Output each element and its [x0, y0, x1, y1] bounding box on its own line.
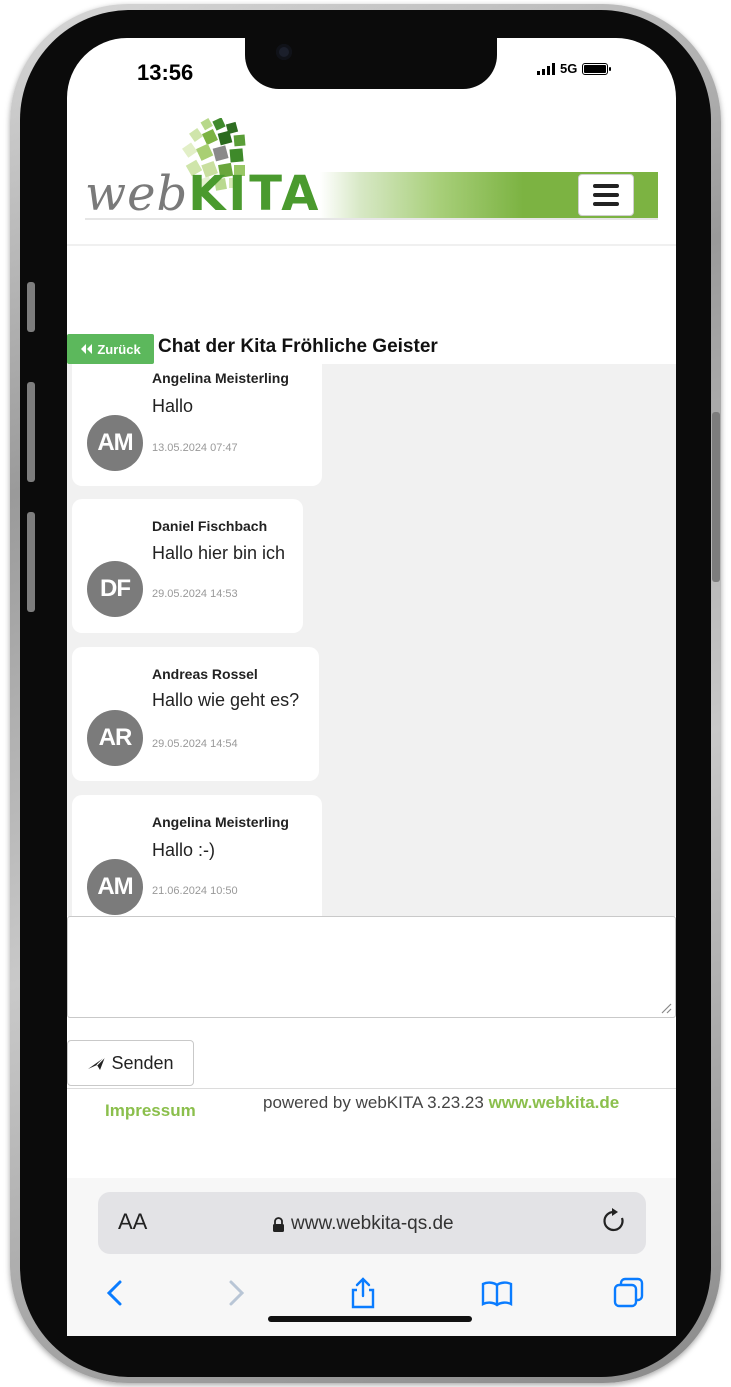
message-author: Angelina Meisterling	[152, 814, 289, 830]
logo[interactable]: webKITA	[85, 168, 321, 220]
message-text: Hallo :-)	[152, 840, 216, 860]
reload-icon[interactable]	[600, 1206, 628, 1236]
notch	[245, 33, 497, 89]
logo-prefix: web	[85, 166, 189, 222]
url-text: www.webkita-qs.de	[291, 1213, 454, 1234]
volume-up-button	[27, 382, 35, 482]
webkita-link[interactable]: www.webkita.de	[489, 1093, 620, 1112]
message-text: Hallo wie geht es?	[152, 690, 300, 710]
send-button[interactable]: Senden	[67, 1040, 194, 1086]
power-button	[712, 412, 720, 582]
back-button-label: Zurück	[97, 341, 141, 357]
footer-divider	[67, 1088, 676, 1089]
message-timestamp: 29.05.2024 14:53	[152, 588, 238, 600]
message-timestamp: 29.05.2024 14:54	[152, 738, 238, 750]
send-plane-icon	[88, 1056, 106, 1070]
message-timestamp: 21.06.2024 10:50	[152, 885, 238, 897]
chat-message: Angelina Meisterling Hallo :-) AM 21.06.…	[72, 795, 322, 916]
front-camera	[276, 44, 292, 60]
signal-icon	[537, 62, 555, 75]
hamburger-icon-bar	[593, 193, 619, 197]
logo-suffix: KITA	[188, 166, 322, 222]
chat-message: Daniel Fischbach Hallo hier bin ich DF 2…	[72, 499, 303, 633]
hamburger-menu-button[interactable]	[578, 174, 634, 216]
message-author: Angelina Meisterling	[152, 370, 289, 386]
text-size-button[interactable]: AA	[118, 1209, 147, 1235]
avatar: DF	[87, 561, 143, 617]
status-time: 13:56	[137, 60, 194, 85]
send-button-label: Senden	[111, 1052, 174, 1073]
share-icon[interactable]	[346, 1276, 380, 1310]
avatar: AM	[87, 415, 143, 471]
chat-message: Andreas Rossel Hallo wie geht es? AR 29.…	[72, 647, 319, 781]
bookmarks-icon[interactable]	[480, 1276, 514, 1310]
url-display[interactable]: www.webkita-qs.de	[272, 1213, 454, 1235]
header-underline	[85, 218, 658, 220]
hamburger-icon-bar	[593, 202, 619, 206]
chat-message: Angelina Meisterling Hallo AM 13.05.2024…	[72, 364, 322, 486]
forward-icon[interactable]	[218, 1276, 252, 1310]
hamburger-icon	[593, 184, 619, 188]
powered-by-text: powered by webKITA 3.23.23	[263, 1093, 484, 1112]
home-indicator[interactable]	[268, 1316, 472, 1322]
tabs-icon[interactable]	[612, 1276, 646, 1310]
status-indicators: 5G	[537, 61, 612, 76]
powered-by: powered by webKITA 3.23.23 www.webkita.d…	[263, 1093, 619, 1113]
message-author: Daniel Fischbach	[152, 518, 268, 534]
lock-icon	[273, 1216, 284, 1232]
avatar: AM	[87, 859, 143, 915]
message-text: Hallo hier bin ich	[152, 543, 286, 563]
message-input[interactable]	[67, 916, 676, 1018]
text-size-label: AA	[118, 1209, 148, 1234]
back-button[interactable]: Zurück	[67, 334, 154, 364]
volume-down-button	[27, 512, 35, 612]
avatar: AR	[87, 710, 143, 766]
message-timestamp: 13.05.2024 07:47	[152, 442, 238, 454]
resize-grip-icon[interactable]	[660, 1002, 672, 1014]
battery-icon	[582, 62, 612, 75]
double-chevron-left-icon	[81, 344, 93, 354]
chat-message-list[interactable]: Angelina Meisterling Hallo AM 13.05.2024…	[67, 364, 676, 916]
message-author: Andreas Rossel	[152, 666, 258, 682]
network-type: 5G	[560, 61, 578, 76]
message-text: Hallo	[152, 396, 194, 416]
chat-title: Chat der Kita Fröhliche Geister	[158, 336, 438, 357]
impressum-link[interactable]: Impressum	[105, 1101, 196, 1121]
back-icon[interactable]	[99, 1276, 133, 1310]
header-separator	[67, 244, 676, 246]
mute-switch	[27, 282, 35, 332]
